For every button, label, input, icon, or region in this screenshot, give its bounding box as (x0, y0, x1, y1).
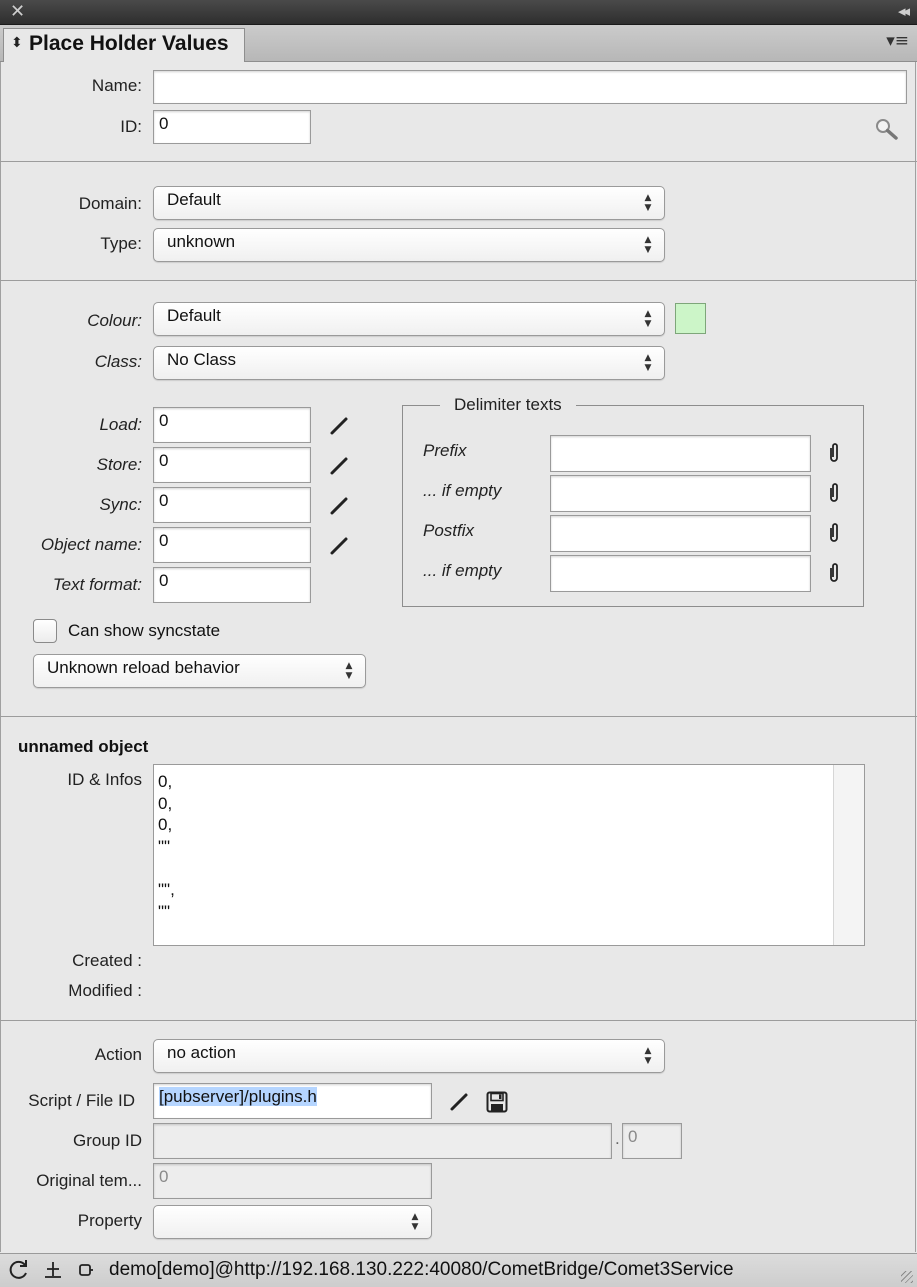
close-icon[interactable]: ✕ (10, 1, 25, 22)
section-divider (0, 280, 917, 281)
action-select-value: no action (167, 1043, 236, 1062)
pencil-icon[interactable] (329, 536, 349, 556)
section-divider (0, 1020, 917, 1021)
updown-arrows-icon: ▲ ▼ (644, 235, 652, 255)
connection-status: demo[demo]@http://192.168.130.222:40080/… (109, 1259, 734, 1280)
status-bar: demo[demo]@http://192.168.130.222:40080/… (0, 1253, 917, 1287)
property-select[interactable]: ▲ ▼ (153, 1205, 432, 1239)
tab-title: Place Holder Values (29, 32, 229, 55)
prefix-label: Prefix (423, 441, 467, 460)
resize-grip[interactable] (901, 1271, 913, 1283)
type-label: Type: (100, 234, 142, 253)
script-file-id-input[interactable]: [pubserver]/plugins.h (153, 1083, 432, 1119)
anchor-icon[interactable] (44, 1260, 62, 1280)
updown-arrows-icon: ▲ ▼ (644, 309, 652, 329)
paperclip-icon[interactable] (828, 522, 840, 544)
panel-left-edge (0, 62, 1, 1252)
colour-label: Colour: (87, 311, 142, 330)
type-select-value: unknown (167, 232, 236, 251)
group-id-label: Group ID (73, 1131, 142, 1150)
can-show-syncstate-label: Can show syncstate (68, 621, 221, 640)
updown-arrows-icon: ▲ ▼ (644, 1046, 652, 1066)
action-select[interactable]: no action ▲ ▼ (153, 1039, 665, 1073)
store-input[interactable]: 0 (153, 447, 311, 483)
collapse-icon[interactable]: ◂◂ (898, 2, 910, 20)
id-input[interactable]: 0 (153, 110, 311, 144)
object-name-input[interactable]: 0 (153, 527, 311, 563)
refresh-icon[interactable] (8, 1259, 30, 1281)
name-label: Name: (91, 76, 142, 95)
group-id-dot: . (615, 1129, 620, 1148)
sync-label: Sync: (99, 495, 142, 514)
domain-label: Domain: (78, 194, 142, 213)
connection-icon[interactable] (78, 1262, 94, 1278)
paperclip-icon[interactable] (828, 562, 840, 584)
search-icon[interactable] (874, 117, 900, 141)
sync-input[interactable]: 0 (153, 487, 311, 523)
updown-arrows-icon: ▲ ▼ (345, 661, 353, 681)
id-infos-label: ID & Infos (67, 770, 142, 789)
type-select[interactable]: unknown ▲ ▼ (153, 228, 665, 262)
tab-place-holder-values[interactable]: ⬍ Place Holder Values (3, 28, 245, 62)
paperclip-icon[interactable] (828, 442, 840, 464)
action-label: Action (94, 1045, 142, 1064)
section-divider (0, 161, 917, 162)
paperclip-icon[interactable] (828, 482, 840, 504)
prefix-if-empty-input[interactable] (550, 475, 811, 512)
updown-arrows-icon: ⬍ (11, 35, 23, 51)
domain-select-value: Default (167, 190, 221, 209)
id-infos-scrollbar[interactable] (833, 765, 864, 945)
reload-behavior-value: Unknown reload behavior (47, 658, 240, 677)
load-label: Load: (99, 415, 142, 434)
pencil-icon[interactable] (449, 1092, 469, 1112)
pencil-icon[interactable] (329, 456, 349, 476)
postfix-if-empty-label: ... if empty (423, 561, 502, 580)
can-show-syncstate-checkbox[interactable] (33, 619, 57, 643)
delimiter-group-title: Delimiter texts (440, 395, 576, 415)
pencil-icon[interactable] (329, 496, 349, 516)
store-label: Store: (96, 455, 142, 474)
prefix-input[interactable] (550, 435, 811, 472)
script-file-id-label: Script / File ID (28, 1091, 135, 1110)
original-template-input[interactable]: 0 (153, 1163, 432, 1199)
panel-title-bar: ✕ ◂◂ (0, 0, 917, 25)
load-input[interactable]: 0 (153, 407, 311, 443)
script-file-id-value: [pubserver]/plugins.h (159, 1087, 317, 1106)
name-input[interactable] (153, 70, 907, 104)
pencil-icon[interactable] (329, 416, 349, 436)
class-select-value: No Class (167, 350, 236, 369)
updown-arrows-icon: ▲ ▼ (644, 193, 652, 213)
updown-arrows-icon: ▲ ▼ (411, 1212, 419, 1232)
group-id-input[interactable] (153, 1123, 612, 1159)
created-label: Created : (72, 951, 142, 970)
group-id-suffix-input[interactable]: 0 (622, 1123, 682, 1159)
prefix-if-empty-label: ... if empty (423, 481, 502, 500)
section-divider (0, 716, 917, 717)
domain-select[interactable]: Default ▲ ▼ (153, 186, 665, 220)
panel-menu-icon[interactable]: ▾≡ (886, 31, 909, 51)
save-icon[interactable] (486, 1091, 508, 1113)
id-label: ID: (120, 117, 142, 136)
postfix-label: Postfix (423, 521, 475, 540)
property-label: Property (77, 1211, 142, 1230)
text-format-label: Text format: (52, 575, 142, 594)
panel-right-edge (915, 62, 916, 1252)
colour-swatch[interactable] (675, 303, 706, 334)
colour-select[interactable]: Default ▲ ▼ (153, 302, 665, 336)
object-heading: unnamed object (18, 737, 149, 756)
class-label: Class: (94, 352, 142, 371)
id-infos-textarea[interactable]: 0, 0, 0, "" "", "" (153, 764, 865, 946)
original-template-label: Original tem... (36, 1171, 142, 1190)
id-infos-text: 0, 0, 0, "" "", "" (158, 772, 175, 921)
postfix-input[interactable] (550, 515, 811, 552)
class-select[interactable]: No Class ▲ ▼ (153, 346, 665, 380)
modified-label: Modified : (68, 981, 142, 1000)
object-name-label: Object name: (40, 535, 142, 554)
text-format-input[interactable]: 0 (153, 567, 311, 603)
postfix-if-empty-input[interactable] (550, 555, 811, 592)
colour-select-value: Default (167, 306, 221, 325)
updown-arrows-icon: ▲ ▼ (644, 353, 652, 373)
reload-behavior-select[interactable]: Unknown reload behavior ▲ ▼ (33, 654, 366, 688)
